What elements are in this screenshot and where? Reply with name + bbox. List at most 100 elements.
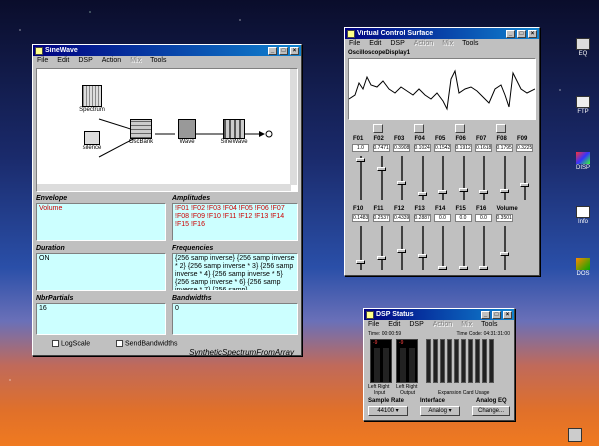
sendbandwidths-checkbox[interactable] (116, 340, 123, 347)
close-button[interactable]: × (528, 29, 537, 38)
close-button[interactable]: × (290, 46, 299, 55)
fader-track[interactable] (380, 226, 383, 270)
menu-tools[interactable]: Tools (150, 57, 166, 65)
menu-dsp[interactable]: DSP (390, 40, 404, 48)
menu-mix[interactable]: Mix (442, 40, 453, 48)
fader-value[interactable]: 1.0 (352, 144, 369, 152)
fader-preset-button[interactable] (495, 124, 506, 133)
fader-track[interactable] (503, 156, 506, 200)
minimize-button[interactable]: _ (268, 46, 277, 55)
fader-track[interactable] (380, 156, 383, 200)
menu-dsp[interactable]: DSP (409, 321, 423, 329)
fader-value[interactable]: 0.1024 (413, 144, 431, 152)
fader-value[interactable]: 0.7471 (372, 144, 390, 152)
desktop-icon-disp[interactable]: DISP (568, 152, 598, 171)
fader-value[interactable]: 0.2887 (413, 214, 431, 222)
fader-knob[interactable] (520, 183, 529, 188)
fader-value[interactable]: 0.0 (434, 214, 451, 222)
desktop-icon-ftp[interactable]: FTP (568, 96, 598, 115)
minimize-button[interactable]: _ (481, 310, 490, 319)
horizontal-scrollbar[interactable] (37, 184, 291, 191)
menu-action[interactable]: Action (433, 321, 452, 329)
fader-value[interactable]: 0.3908 (393, 144, 410, 152)
desktop-icon-eq[interactable]: EQ (568, 38, 598, 57)
fader-preset-button[interactable] (454, 124, 465, 133)
nbrpartials-field[interactable]: 16 (36, 303, 166, 335)
menu-action[interactable]: Action (102, 57, 121, 65)
fader-knob[interactable] (397, 180, 406, 185)
menu-file[interactable]: File (368, 321, 379, 329)
oscbank-node[interactable]: OscBank (125, 119, 157, 145)
menu-action[interactable]: Action (414, 40, 433, 48)
sinewave-node[interactable]: SineWave (219, 119, 249, 145)
desktop-icon-dos[interactable]: DOS (568, 258, 598, 277)
fader-track[interactable] (421, 226, 424, 270)
vertical-scrollbar[interactable] (290, 69, 297, 185)
menu-tools[interactable]: Tools (481, 321, 497, 329)
fader-track[interactable] (483, 226, 485, 270)
fader-preset-button[interactable] (413, 124, 424, 133)
menu-tools[interactable]: Tools (462, 40, 478, 48)
fader-knob[interactable] (479, 189, 488, 194)
spectrum-node[interactable]: Spectrum (77, 85, 107, 113)
menu-mix[interactable]: Mix (130, 57, 141, 65)
dsp-titlebar[interactable]: DSP Status _ □ × (364, 309, 514, 320)
fader-knob[interactable] (458, 266, 468, 270)
fader-value[interactable]: 0.1483 (352, 214, 369, 222)
fader-track[interactable] (360, 156, 362, 200)
vcs-titlebar[interactable]: Virtual Control Surface _ □ × (345, 28, 539, 39)
fader-track[interactable] (524, 156, 526, 200)
maximize-button[interactable]: □ (279, 46, 288, 55)
fader-value[interactable]: 0.1795 (495, 144, 513, 152)
fader-knob[interactable] (356, 260, 365, 264)
fader-knob[interactable] (499, 252, 509, 256)
fader-knob[interactable] (356, 158, 365, 162)
close-button[interactable]: × (503, 310, 512, 319)
fader-preset-button[interactable] (372, 124, 383, 133)
sample-rate-dropdown[interactable]: 44100 ▾ (368, 406, 408, 416)
menu-dsp[interactable]: DSP (78, 57, 92, 65)
fader-knob[interactable] (376, 167, 386, 172)
menu-file[interactable]: File (37, 57, 48, 65)
menu-file[interactable]: File (349, 40, 360, 48)
frequencies-field[interactable]: {256 samp inverse} {256 samp inverse * 2… (172, 253, 298, 291)
maximize-button[interactable]: □ (492, 310, 501, 319)
menu-edit[interactable]: Edit (388, 321, 400, 329)
fader-track[interactable] (462, 226, 465, 270)
menu-edit[interactable]: Edit (369, 40, 381, 48)
fader-track[interactable] (401, 156, 403, 200)
logscale-checkbox-row[interactable]: LogScale (52, 340, 90, 347)
minimize-button[interactable]: _ (506, 29, 515, 38)
fader-knob[interactable] (376, 256, 386, 260)
fader-value[interactable]: 0.1542 (434, 144, 451, 152)
maximize-button[interactable]: □ (517, 29, 526, 38)
sendbandwidths-checkbox-row[interactable]: SendBandwidths (116, 340, 178, 347)
sinewave-titlebar[interactable]: SineWave _ □ × (33, 45, 301, 56)
bandwidths-field[interactable]: 0 (172, 303, 298, 335)
duration-field[interactable]: ON (36, 253, 166, 291)
fader-knob[interactable] (458, 188, 468, 193)
silence-node[interactable]: silence (77, 131, 107, 151)
fader-value[interactable]: 0.3225 (516, 144, 533, 152)
logscale-checkbox[interactable] (52, 340, 59, 347)
fader-knob[interactable] (397, 248, 406, 253)
menu-edit[interactable]: Edit (57, 57, 69, 65)
fader-value[interactable]: 0.0 (475, 214, 492, 222)
wave-node[interactable]: Wave (175, 119, 199, 145)
fader-value[interactable]: 0.0 (454, 214, 472, 222)
fader-value[interactable]: 0.1618 (475, 144, 492, 152)
fader-track[interactable] (442, 226, 444, 270)
fader-value[interactable]: 0.3501 (495, 214, 513, 222)
menu-mix[interactable]: Mix (461, 321, 472, 329)
fader-track[interactable] (503, 226, 506, 270)
interface-dropdown[interactable]: Analog ▾ (420, 406, 460, 416)
fader-knob[interactable] (438, 266, 447, 270)
fader-value[interactable]: 0.1912 (454, 144, 472, 152)
amplitudes-field[interactable]: !F01 !F02 !F03 !F04 !F05 !F06 !F07 !F08 … (172, 203, 298, 241)
fader-track[interactable] (462, 156, 465, 200)
fader-value[interactable]: 0.2537 (372, 214, 390, 222)
change-eq-button[interactable]: Change... (472, 406, 510, 416)
fader-knob[interactable] (417, 192, 427, 196)
desktop-icon-info[interactable]: Info (568, 206, 598, 225)
fader-value[interactable]: 0.4339 (393, 214, 410, 222)
